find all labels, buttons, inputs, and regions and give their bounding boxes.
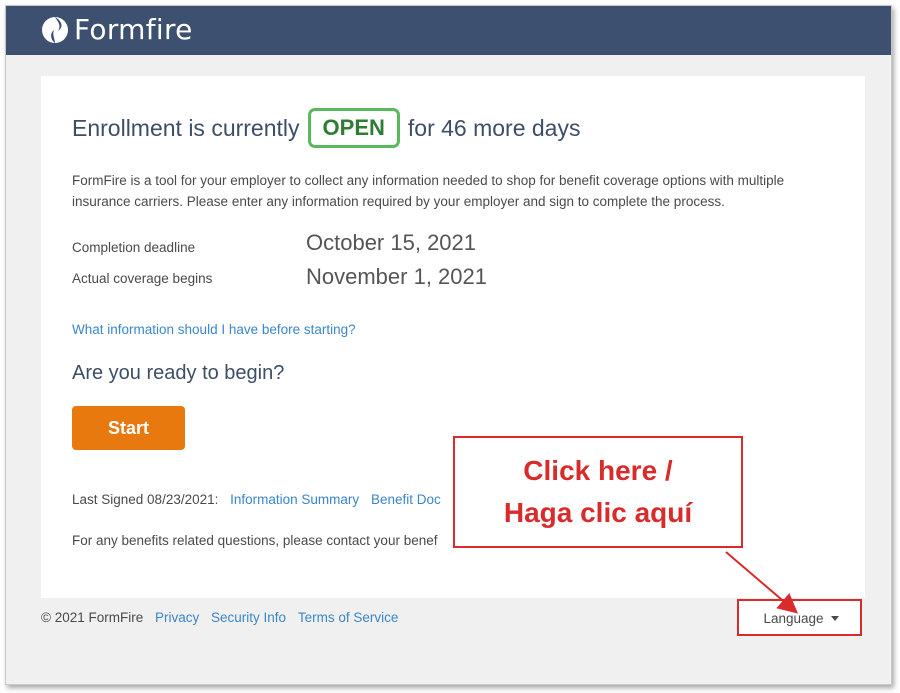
brand-logo[interactable]: Formfire	[40, 14, 193, 46]
top-header: Formfire	[6, 6, 891, 55]
enrollment-suffix: for 46 more days	[407, 114, 581, 141]
last-signed-label: Last Signed 08/23/2021:	[72, 492, 219, 507]
enrollment-headline: Enrollment is currently OPEN for 46 more…	[72, 106, 580, 150]
language-callout: Click here / Haga clic aquí	[453, 436, 743, 548]
footer-privacy-link[interactable]: Privacy	[155, 610, 199, 625]
start-button[interactable]: Start	[72, 406, 185, 450]
coverage-begins-value: November 1, 2021	[306, 264, 487, 289]
callout-line-1: Click here /	[523, 455, 673, 486]
completion-deadline-value: October 15, 2021	[306, 230, 477, 255]
information-summary-link[interactable]: Information Summary	[230, 492, 359, 507]
ready-prompt: Are you ready to begin?	[72, 362, 285, 384]
brand-name: Formfire	[74, 13, 193, 46]
intro-text: FormFire is a tool for your employer to …	[72, 173, 785, 209]
callout-line-2: Haga clic aquí	[503, 497, 693, 528]
completion-deadline-label: Completion deadline	[72, 240, 196, 255]
browser-frame: Formfire Enrollment is currently OPEN fo…	[5, 5, 892, 685]
enrollment-prefix: Enrollment is currently	[72, 114, 300, 141]
info-before-starting-link[interactable]: What information should I have before st…	[72, 322, 356, 337]
language-dropdown[interactable]: Language	[748, 606, 854, 630]
last-signed-row: Last Signed 08/23/2021: Information Summ…	[72, 492, 441, 507]
footer-terms-link[interactable]: Terms of Service	[298, 610, 399, 625]
benefit-doc-link[interactable]: Benefit Doc	[371, 492, 441, 507]
coverage-begins-label: Actual coverage begins	[72, 271, 213, 286]
footer-security-info-link[interactable]: Security Info	[211, 610, 286, 625]
language-label: Language	[763, 610, 824, 626]
questions-text: For any benefits related questions, plea…	[72, 533, 438, 548]
copyright: © 2021 FormFire	[41, 610, 144, 625]
status-badge: OPEN	[307, 108, 400, 148]
caret-down-icon	[830, 615, 839, 621]
footer: © 2021 FormFire Privacy Security Info Te…	[41, 610, 398, 625]
formfire-flame-icon	[40, 15, 70, 45]
